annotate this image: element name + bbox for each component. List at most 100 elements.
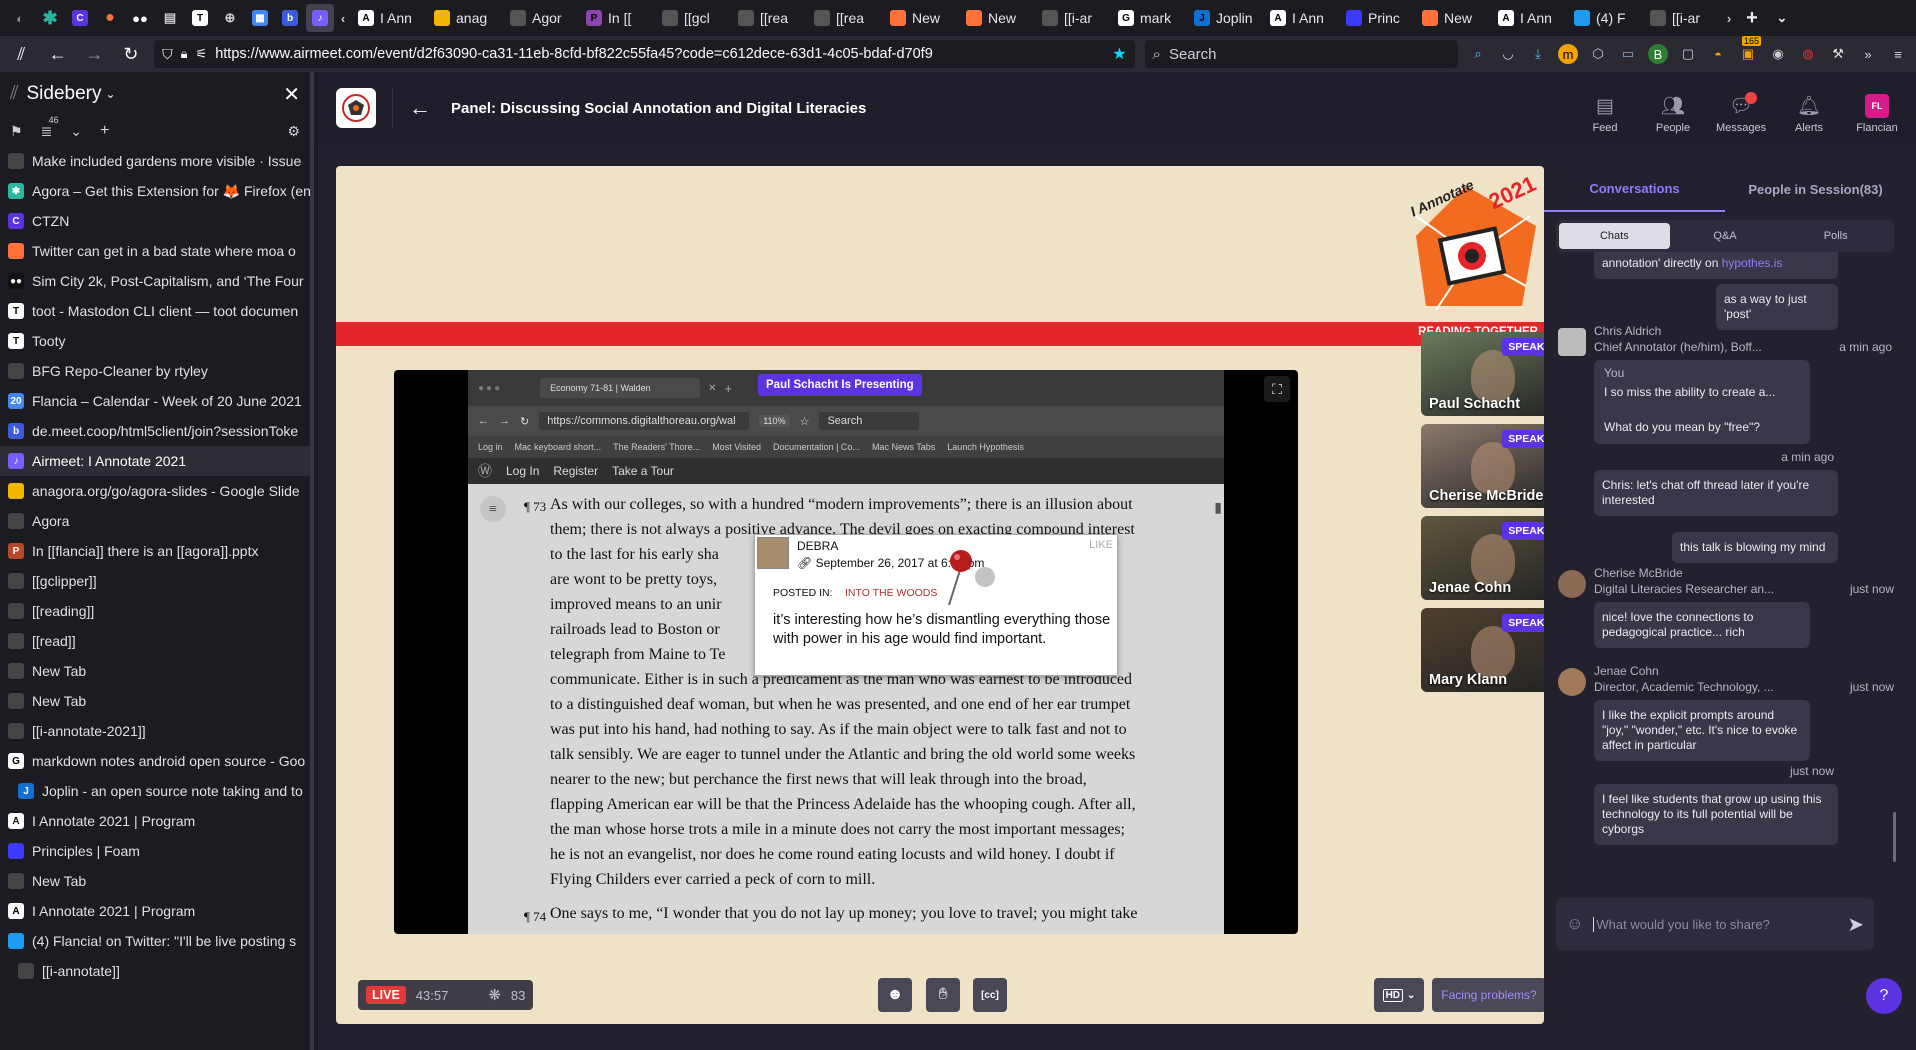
speaker-tile[interactable]: SPEAKERJenae Cohn🎤︎: [1421, 516, 1544, 600]
avatar-jenae-cohn[interactable]: [1558, 668, 1586, 696]
pocket-icon[interactable]: ◡: [1498, 44, 1518, 64]
sidebar-tab-item[interactable]: New Tab: [0, 686, 310, 716]
nav-people[interactable]: 👥︎ People: [1652, 94, 1694, 134]
sidebar-tab-item[interactable]: J Joplin - an open source note taking and…: [0, 776, 310, 806]
add-tab-icon[interactable]: +: [100, 122, 109, 140]
sidebar-tab-item[interactable]: BFG Repo-Cleaner by rtyley: [0, 356, 310, 386]
sidebar-tab-item[interactable]: Make included gardens more visible · Iss…: [0, 146, 310, 176]
sidebar-tab-item[interactable]: (4) Flancia! on Twitter: "I'll be live p…: [0, 926, 310, 956]
tab-people-in-session[interactable]: People in Session(83): [1725, 166, 1906, 212]
browser-tab[interactable]: [[i-ar: [1644, 4, 1720, 32]
tab-manager-icon[interactable]: ▭: [1618, 44, 1638, 64]
record-icon[interactable]: ◍: [1798, 44, 1818, 64]
reaction-button[interactable]: ☻: [878, 978, 912, 1012]
browser-tab[interactable]: Gmark: [1112, 4, 1188, 32]
nav-messages[interactable]: 💬︎ Messages: [1716, 92, 1766, 134]
sidebar-tab-item[interactable]: Agora: [0, 506, 310, 536]
nav-alerts[interactable]: 🔔︎ Alerts: [1788, 94, 1830, 134]
fullscreen-icon[interactable]: ⛶: [1264, 376, 1290, 402]
cube-icon[interactable]: ⬡: [1588, 44, 1608, 64]
emoji-icon[interactable]: ☺: [1566, 914, 1583, 934]
permissions-icon[interactable]: ⚟: [196, 46, 208, 62]
browser-tab[interactable]: A I Ann: [352, 4, 428, 32]
tabs-scroll-right-button[interactable]: ›: [1722, 4, 1736, 32]
hamburger-menu-icon[interactable]: ≡: [1888, 44, 1908, 64]
segment-polls[interactable]: Polls: [1780, 223, 1891, 249]
browser-tab[interactable]: A I Ann: [1492, 4, 1568, 32]
help-icon[interactable]: ?: [1866, 978, 1902, 1014]
settings-gear-icon[interactable]: ⚙: [287, 123, 300, 140]
nav-flancian[interactable]: FL Flancian: [1856, 94, 1898, 134]
browser-tab[interactable]: anag: [428, 4, 504, 32]
segment-qa[interactable]: Q&A: [1670, 223, 1781, 249]
pinned-airmeet-tab[interactable]: ♪: [306, 4, 334, 32]
browser-tab[interactable]: J Joplin: [1188, 4, 1264, 32]
sidebar-tab-item[interactable]: [[i-annotate-2021]]: [0, 716, 310, 746]
note-icon[interactable]: ▢: [1678, 44, 1698, 64]
browser-tab[interactable]: New: [960, 4, 1036, 32]
burger-icon[interactable]: ◓: [1708, 44, 1728, 64]
speaker-tile[interactable]: SPEAKERCherise McBride🎤︎: [1421, 424, 1544, 508]
eye-icon[interactable]: ◉: [1768, 44, 1788, 64]
facing-problems-button[interactable]: Facing problems?: [1432, 978, 1544, 1012]
reload-button[interactable]: ↻: [118, 40, 145, 68]
sidebar-tab-item[interactable]: A I Annotate 2021 | Program: [0, 806, 310, 836]
sidebar-tab-item[interactable]: New Tab: [0, 656, 310, 686]
sidebar-tab-item[interactable]: [[reading]]: [0, 596, 310, 626]
new-tab-button[interactable]: +: [1738, 4, 1766, 32]
sidebar-tab-item[interactable]: Gmarkdown notes android open source - Go…: [0, 746, 310, 776]
browser-tab[interactable]: Agor: [504, 4, 580, 32]
chevron-down-icon[interactable]: ⌄: [105, 87, 115, 101]
browser-tab[interactable]: [[gcl: [656, 4, 732, 32]
pinned-ctzn-tab[interactable]: C: [66, 4, 94, 32]
hypothesis-link[interactable]: hypothes.is: [1722, 256, 1783, 270]
url-bar[interactable]: ⛉ 🔒︎ ⚟ https://www.airmeet.com/event/d2f…: [154, 40, 1135, 68]
chat-input[interactable]: What would you like to share?: [1593, 916, 1837, 932]
event-logo[interactable]: [336, 88, 376, 128]
close-icon[interactable]: ✕: [283, 82, 300, 107]
url-text[interactable]: https://www.airmeet.com/event/d2f63090-c…: [215, 46, 933, 62]
sidebar-tab-item[interactable]: Ttoot - Mastodon CLI client — toot docum…: [0, 296, 310, 326]
lock-icon[interactable]: 🔒︎: [181, 46, 188, 62]
raise-hand-button[interactable]: ✋︎: [926, 978, 960, 1012]
shield-icon[interactable]: ⛉: [162, 46, 173, 63]
quality-selector[interactable]: HD ⌄: [1374, 978, 1424, 1012]
bookmark-star-icon[interactable]: ★: [1112, 44, 1126, 64]
chat-scrollbar[interactable]: [1893, 812, 1896, 862]
sidebar-tab-item[interactable]: T Tooty: [0, 326, 310, 356]
forward-button[interactable]: →: [81, 40, 108, 68]
pinned-globe-tab[interactable]: ⊕: [216, 4, 244, 32]
sidebar-tab-item[interactable]: A I Annotate 2021 | Program: [0, 896, 310, 926]
list-all-tabs-button[interactable]: ⌄: [1768, 4, 1796, 32]
send-icon[interactable]: ➤: [1847, 912, 1864, 937]
sidebar-tab-item[interactable]: ✱ Agora – Get this Extension for 🦊 Firefo…: [0, 176, 310, 206]
sidebar-tab-item[interactable]: P In [[flancia]] there is an [[agora]].pp…: [0, 536, 310, 566]
overflow-icon[interactable]: »: [1858, 44, 1878, 64]
pinned-calendar-tab[interactable]: ▦: [246, 4, 274, 32]
pinned-toot-tab[interactable]: T: [186, 4, 214, 32]
extension-green-icon[interactable]: B: [1648, 44, 1669, 64]
browser-tab[interactable]: A I Ann: [1264, 4, 1340, 32]
sidebar-tab-item[interactable]: b de.meet.coop/html5client/join?sessionTo…: [0, 416, 310, 446]
sidebar-tab-item[interactable]: New Tab: [0, 866, 310, 896]
pinned-bbb-tab[interactable]: b: [276, 4, 304, 32]
avatar-cherise-mcbride[interactable]: [1558, 570, 1586, 598]
sidebar-tab-item[interactable]: ●● Sim City 2k, Post-Capitalism, and ‘The…: [0, 266, 310, 296]
download-icon[interactable]: ⤓: [1528, 44, 1548, 64]
pinned-agora-tab[interactable]: ✱: [36, 4, 64, 32]
browser-tab[interactable]: P In [[: [580, 4, 656, 32]
bookmarks-panel-icon[interactable]: ⚑: [10, 123, 23, 140]
sidebar-tab-item[interactable]: [[i-annotate]]: [0, 956, 310, 986]
sidebar-tab-item[interactable]: Principles | Foam: [0, 836, 310, 866]
firefox-view-icon[interactable]: ◐: [6, 4, 34, 32]
sidebar-tab-item[interactable]: [[gclipper]]: [0, 566, 310, 596]
sidebar-toggle-icon[interactable]: ⫽: [8, 40, 35, 68]
badge-extension-icon[interactable]: ▣ 165: [1738, 36, 1762, 64]
sidebar-tab-item[interactable]: anagora.org/go/agora-slides - Google Sli…: [0, 476, 310, 506]
sidebar-tab-item[interactable]: 20 Flancia – Calendar - Week of 20 June 2…: [0, 386, 310, 416]
speaker-tile[interactable]: SPEAKERMary Klann🎤︎: [1421, 608, 1544, 692]
sidebar-tab-item[interactable]: ♪ Airmeet: I Annotate 2021: [0, 446, 310, 476]
chevron-down-icon[interactable]: ⌄: [70, 123, 82, 140]
browser-tab[interactable]: [[rea: [808, 4, 884, 32]
browser-tab[interactable]: [[i-ar: [1036, 4, 1112, 32]
